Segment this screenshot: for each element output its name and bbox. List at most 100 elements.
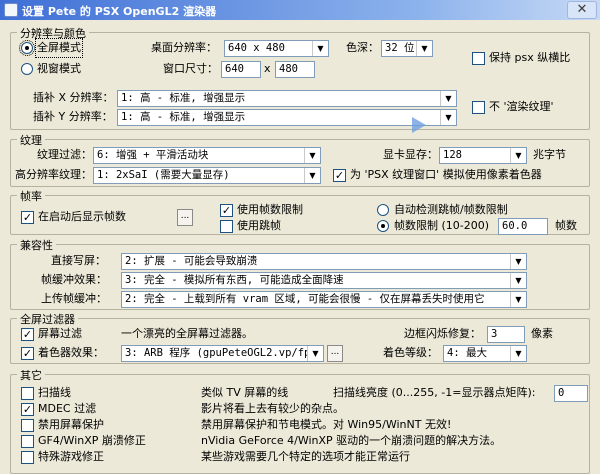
game-fix-label[interactable]: 特殊游戏修正 [38, 449, 104, 465]
shader-value: 3: ARB 程序 (gpuPeteOGL2.vp/fp) [125, 347, 317, 359]
compat-legend: 兼容性 [17, 237, 56, 253]
chevron-down-icon[interactable]: ▼ [510, 148, 526, 163]
window-size-label: 窗口尺寸： [163, 62, 218, 75]
resolution-legend: 分辨率与颜色 [17, 25, 89, 41]
psx-window-label[interactable]: 为 'PSX 纹理窗口' 模拟使用像素着色器 [350, 167, 542, 183]
interp-y-select[interactable]: 1: 高 - 标准, 增强显示 ▼ [117, 109, 457, 126]
texture-filter-value: 6: 增强 + 平滑活动块 [97, 149, 209, 161]
keep-aspect-checkbox[interactable] [472, 52, 485, 65]
direct-write-label: 直接写屏： [51, 254, 106, 267]
interp-y-value: 1: 高 - 标准, 增强显示 [121, 111, 246, 123]
keep-aspect-label[interactable]: 保持 psx 纵横比 [489, 50, 570, 66]
no-render-tex-checkbox[interactable] [472, 101, 485, 114]
use-frame-skip-label[interactable]: 使用跳帧 [237, 218, 281, 234]
color-depth-select[interactable]: 32 位 ▼ [381, 40, 433, 57]
shader-more-button[interactable]: ... [327, 345, 343, 362]
shader-level-label: 着色等级： [383, 346, 438, 359]
direct-write-select[interactable]: 2: 扩展 - 可能会导致崩溃 ▼ [121, 253, 527, 270]
chevron-down-icon[interactable]: ▼ [304, 148, 320, 163]
game-fix-checkbox[interactable] [21, 451, 34, 464]
screen-filter-label[interactable]: 屏幕过滤 [38, 326, 82, 342]
window-size-x: x [264, 62, 271, 75]
windowed-radio[interactable] [21, 63, 33, 75]
window-width-input[interactable]: 640 [221, 61, 261, 78]
screen-filter-checkbox[interactable]: ✓ [21, 328, 34, 341]
gf4-fix-label[interactable]: GF4/WinXP 崩溃修正 [38, 433, 146, 449]
chevron-down-icon[interactable]: ▼ [510, 346, 526, 361]
use-fps-limit-label[interactable]: 使用帧数限制 [237, 202, 303, 218]
vram-select[interactable]: 128 ▼ [439, 147, 527, 164]
chevron-down-icon[interactable]: ▼ [307, 346, 323, 361]
use-frame-skip-checkbox[interactable] [220, 220, 233, 233]
texture-legend: 纹理 [17, 132, 45, 148]
vram-unit: 兆字节 [533, 148, 566, 161]
desktop-res-select[interactable]: 640 x 480 ▼ [224, 40, 329, 57]
disable-screensaver-desc: 禁用屏幕保护和节电模式。对 Win95/WinNT 无效! [201, 418, 452, 431]
misc-group: 其它 扫描线 类似 TV 屏幕的线 扫描线亮度 (0...255, -1=显示器… [10, 367, 590, 474]
chevron-down-icon[interactable]: ▼ [510, 292, 526, 307]
show-fps-checkbox[interactable]: ✓ [21, 211, 34, 224]
title-bar: 设置 Pete 的 PSX OpenGL2 渲染器 ✕ [0, 0, 600, 20]
fps-limit-label[interactable]: 帧数限制 (10-200) [394, 218, 489, 234]
hires-texture-value: 1: 2xSaI (需要大量显存) [97, 169, 230, 181]
mdec-filter-checkbox[interactable]: ✓ [21, 403, 34, 416]
windowed-label[interactable]: 视窗模式 [37, 61, 81, 77]
scanlines-desc: 类似 TV 屏幕的线 [201, 386, 289, 399]
shader-label[interactable]: 着色器效果： [38, 345, 104, 361]
fullscreen-radio[interactable] [19, 40, 35, 56]
edge-fix-label: 边框闪烁修复： [404, 327, 481, 340]
chevron-down-icon[interactable]: ▼ [312, 41, 328, 56]
disable-screensaver-checkbox[interactable] [21, 419, 34, 432]
game-fix-desc: 某些游戏需要几个特定的选项才能正常运行 [201, 450, 410, 463]
direct-write-value: 2: 扩展 - 可能会导致崩溃 [125, 255, 258, 267]
shader-select[interactable]: 3: ARB 程序 (gpuPeteOGL2.vp/fp) ▼ [121, 345, 324, 362]
psx-window-checkbox[interactable]: ✓ [333, 169, 346, 182]
use-fps-limit-checkbox[interactable]: ✓ [220, 204, 233, 217]
chevron-down-icon[interactable]: ▼ [440, 91, 456, 106]
vram-value: 128 [443, 149, 462, 161]
app-icon [4, 3, 18, 17]
auto-detect-label[interactable]: 自动检测跳帧/帧数限制 [394, 202, 508, 218]
misc-legend: 其它 [17, 367, 45, 383]
resolution-group: 分辨率与颜色 全屏模式 视窗模式 桌面分辨率： 640 x 480 ▼ 窗口尺寸：… [10, 25, 590, 130]
disable-screensaver-label[interactable]: 禁用屏幕保护 [38, 417, 104, 433]
fullscreen-label[interactable]: 全屏模式 [35, 38, 83, 58]
color-depth-value: 32 位 [385, 42, 415, 54]
fps-limit-radio[interactable] [377, 220, 389, 232]
window-height-input[interactable]: 480 [275, 61, 315, 78]
scanlines-checkbox[interactable] [21, 387, 34, 400]
shader-level-value: 4: 最大 [447, 347, 487, 359]
chevron-down-icon[interactable]: ▼ [304, 168, 320, 183]
scanline-brightness-label: 扫描线亮度 (0...255, -1=显示器点矩阵): [333, 386, 536, 399]
mdec-filter-label[interactable]: MDEC 过滤 [38, 401, 96, 417]
chevron-down-icon[interactable]: ▼ [510, 254, 526, 269]
desktop-res-value: 640 x 480 [228, 42, 285, 54]
chevron-down-icon[interactable]: ▼ [416, 41, 432, 56]
scanlines-label[interactable]: 扫描线 [38, 385, 71, 401]
fb-upload-label: 上传帧缓冲： [41, 292, 107, 305]
mouse-cursor-icon [412, 117, 426, 133]
scanline-brightness-input[interactable]: 0 [554, 385, 588, 402]
gf4-fix-checkbox[interactable] [21, 435, 34, 448]
interp-x-select[interactable]: 1: 高 - 标准, 增强显示 ▼ [117, 90, 457, 107]
no-render-tex-label[interactable]: 不 '渲染纹理' [489, 99, 554, 115]
interp-x-label: 插补 X 分辨率： [33, 91, 114, 104]
fps-unit: 帧数 [555, 219, 577, 232]
fps-limit-input[interactable]: 60.0 [498, 218, 548, 235]
fb-effect-value: 3: 完全 - 模拟所有东西, 可能造成全面降速 [125, 274, 344, 286]
chevron-down-icon[interactable]: ▼ [510, 273, 526, 288]
shader-level-select[interactable]: 4: 最大 ▼ [443, 345, 527, 362]
fps-more-button[interactable]: ... [177, 209, 193, 226]
shader-checkbox[interactable]: ✓ [21, 347, 34, 360]
show-fps-label[interactable]: 在启动后显示帧数 [38, 209, 126, 225]
fb-effect-select[interactable]: 3: 完全 - 模拟所有东西, 可能造成全面降速 ▼ [121, 272, 527, 289]
fb-upload-select[interactable]: 2: 完全 - 上载到所有 vram 区域, 可能会很慢 - 仅在屏幕丢失时使用… [121, 291, 527, 308]
hires-texture-select[interactable]: 1: 2xSaI (需要大量显存) ▼ [93, 167, 321, 184]
edge-fix-input[interactable]: 3 [487, 326, 525, 343]
auto-detect-radio[interactable] [377, 204, 389, 216]
texture-filter-select[interactable]: 6: 增强 + 平滑活动块 ▼ [93, 147, 321, 164]
close-button[interactable]: ✕ [567, 1, 597, 19]
chevron-down-icon[interactable]: ▼ [440, 110, 456, 125]
edge-fix-unit: 像素 [531, 327, 553, 340]
texture-filter-label: 纹理过滤： [37, 148, 92, 161]
